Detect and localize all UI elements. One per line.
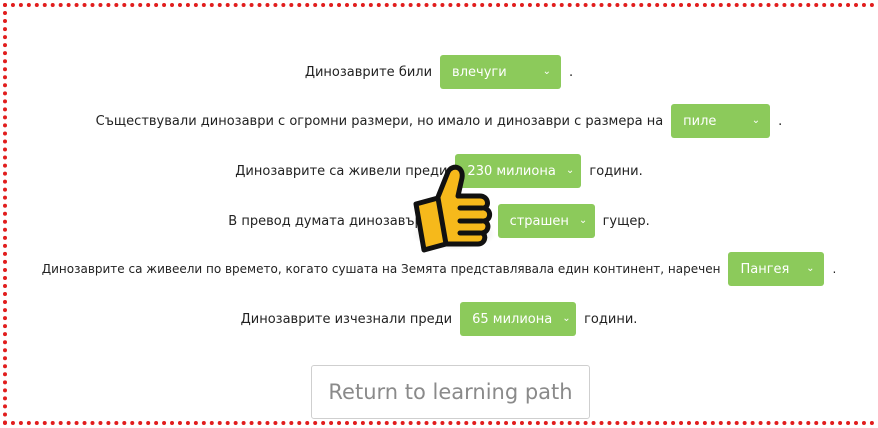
sentence-row-1: Динозаврите били влечуги ⌄ . — [0, 55, 878, 89]
thumbs-up-icon — [402, 152, 512, 262]
dropdown-selected-value: пиле — [683, 113, 717, 129]
sentence-text-after: години. — [589, 163, 643, 179]
dropdown-selected-value: 65 милиона — [472, 311, 553, 327]
dropdown-selected-value: влечуги — [452, 64, 507, 80]
chevron-down-icon: ⌄ — [562, 312, 571, 324]
sentence-text-after: гущер. — [602, 213, 650, 229]
sentence-row-6: Динозаврите изчезнали преди 65 милиона ⌄… — [0, 302, 878, 336]
sentence-text-after: години. — [584, 311, 638, 327]
answer-dropdown-4[interactable]: страшен ⌄ — [497, 204, 595, 238]
chevron-down-icon: ⌄ — [751, 114, 761, 126]
answer-dropdown-2[interactable]: пиле ⌄ — [671, 104, 771, 138]
dropdown-selected-value: Пангея — [740, 261, 790, 277]
answer-dropdown-6[interactable]: 65 милиона ⌄ — [460, 302, 577, 336]
sentence-text-before: Динозаврите били — [304, 64, 433, 80]
chevron-down-icon: ⌄ — [806, 262, 815, 274]
chevron-down-icon: ⌄ — [542, 65, 552, 77]
sentence-row-2: Съществували динозаври с огромни размери… — [0, 104, 878, 138]
chevron-down-icon: ⌄ — [578, 214, 588, 226]
chevron-down-icon: ⌄ — [565, 164, 575, 176]
answer-dropdown-5[interactable]: Пангея ⌄ — [728, 252, 825, 286]
sentence-text-before: Динозаврите изчезнали преди — [240, 311, 453, 327]
sentence-text-before: Съществували динозаври с огромни размери… — [95, 113, 664, 129]
sentence-text-after: . — [778, 113, 783, 129]
sentence-text-before: Динозаврите са живеели по времето, когат… — [41, 262, 721, 276]
answer-dropdown-1[interactable]: влечуги ⌄ — [440, 55, 562, 89]
dropdown-selected-value: страшен — [509, 213, 569, 229]
sentence-text-after: . — [569, 64, 574, 80]
return-to-learning-path-button[interactable]: Return to learning path — [311, 365, 590, 419]
sentence-text-after: . — [832, 262, 837, 276]
